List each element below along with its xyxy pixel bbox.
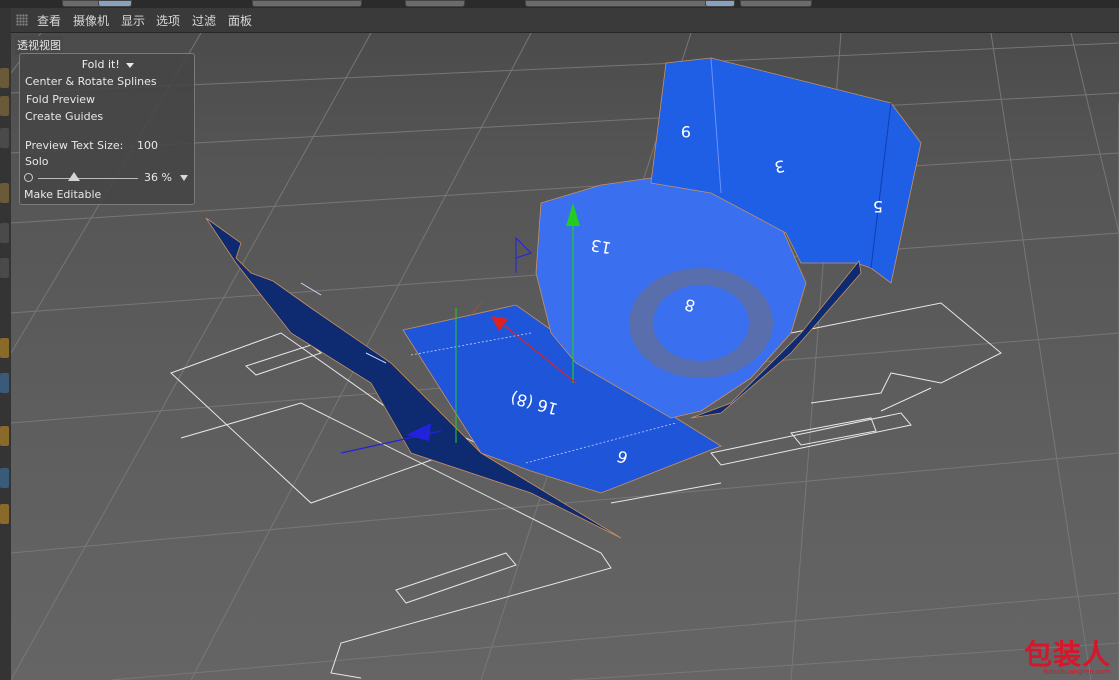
fold-it-title-text: Fold it!	[81, 58, 120, 71]
tool-icon[interactable]	[0, 183, 9, 203]
preview-text-size-label: Preview Text Size:	[25, 139, 124, 152]
chevron-down-icon[interactable]	[180, 175, 188, 181]
create-guides-button[interactable]: Create Guides	[25, 110, 103, 123]
tool-icon[interactable]	[0, 96, 9, 116]
watermark: 包装人 baozhuangren.com	[1023, 638, 1111, 677]
tool-icon[interactable]	[0, 504, 9, 524]
fold-it-title[interactable]: Fold it!	[20, 58, 196, 71]
preview-text-size-value[interactable]: 100	[137, 139, 158, 152]
fold-preview-button[interactable]: Fold Preview	[26, 93, 95, 106]
menu-filter[interactable]: 过滤	[192, 12, 216, 29]
tool-icon[interactable]	[0, 128, 9, 148]
toolbar-button[interactable]	[252, 0, 362, 7]
watermark-text: 包装人	[1023, 638, 1111, 671]
menu-view[interactable]: 查看	[37, 12, 61, 29]
fold-slider-knob[interactable]	[68, 172, 80, 181]
menu-display[interactable]: 显示	[121, 12, 145, 29]
tool-icon[interactable]	[0, 258, 9, 278]
top-toolbar-strip	[0, 0, 1119, 8]
menu-options[interactable]: 选项	[156, 12, 180, 29]
toolbar-button[interactable]	[525, 0, 715, 7]
center-rotate-splines-button[interactable]: Center & Rotate Splines	[25, 75, 157, 88]
menu-camera[interactable]: 摄像机	[73, 12, 109, 29]
make-editable-button[interactable]: Make Editable	[24, 188, 101, 201]
tool-icon[interactable]	[0, 468, 9, 488]
perspective-viewport[interactable]: 9 3 5 13 8 16 (8) 6 透视视图 Fold it! Center…	[11, 33, 1119, 680]
fold-slider-value: 36 %	[144, 171, 172, 184]
chevron-down-icon	[126, 62, 135, 68]
fold-it-panel: Fold it! Center & Rotate Splines Fold Pr…	[19, 53, 195, 205]
menu-panel[interactable]: 面板	[228, 12, 252, 29]
solo-button[interactable]: Solo	[25, 155, 49, 168]
viewport-menubar: 查看 摄像机 显示 选项 过滤 面板	[11, 8, 1119, 33]
toolbar-button[interactable]	[740, 0, 812, 7]
toolbar-button[interactable]	[405, 0, 465, 7]
grip-icon[interactable]	[16, 14, 28, 26]
tool-icon[interactable]	[0, 68, 9, 88]
label-lid: 9	[681, 122, 691, 141]
label-side: 5	[873, 197, 883, 216]
label-tab: 13	[589, 235, 612, 257]
fold-slider-track[interactable]	[38, 178, 138, 179]
toolbar-button-active[interactable]	[705, 0, 735, 7]
toolbar-button-active[interactable]	[98, 0, 132, 7]
tool-icon[interactable]	[0, 338, 9, 358]
slider-radio-icon[interactable]	[24, 173, 33, 182]
tool-icon[interactable]	[0, 373, 9, 393]
tool-icon[interactable]	[0, 223, 9, 243]
tool-icon[interactable]	[0, 426, 9, 446]
viewport-label[interactable]: 透视视图	[15, 36, 63, 54]
